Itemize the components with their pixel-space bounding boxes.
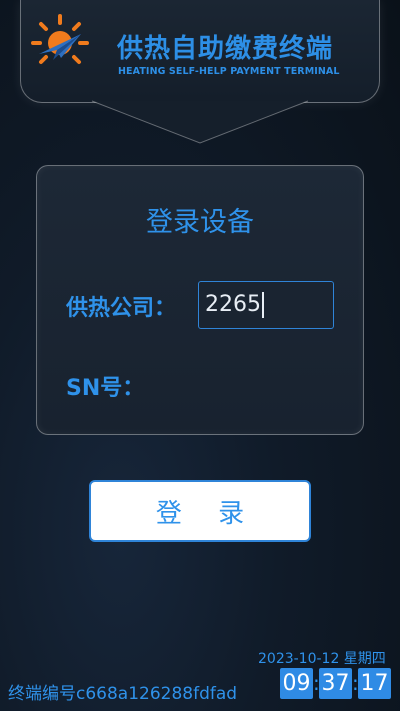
date-display: 2023-10-12 星期四	[258, 651, 386, 667]
header-banner: 供热自助缴费终端 HEATING SELF-HELP PAYMENT TERMI…	[20, 0, 380, 103]
text-caret	[262, 292, 264, 318]
terminal-id: 终端编号c668a126288fdfad	[8, 684, 238, 704]
app-subtitle: HEATING SELF-HELP PAYMENT TERMINAL	[118, 66, 340, 77]
company-input-value: 2265	[205, 292, 261, 317]
app-title: 供热自助缴费终端	[117, 34, 334, 64]
login-button[interactable]: 登 录	[89, 480, 311, 542]
sn-label: SN号：	[66, 376, 145, 401]
company-label: 供热公司：	[66, 296, 177, 321]
clock: 09 : 37 : 17	[280, 668, 391, 699]
login-panel: 登录设备 供热公司： 2265 SN号：	[36, 165, 364, 435]
sun-paper-plane-logo	[31, 14, 89, 64]
clock-hours: 09	[280, 668, 313, 699]
company-input[interactable]: 2265	[198, 281, 334, 329]
panel-title: 登录设备	[146, 207, 254, 238]
clock-minutes: 37	[319, 668, 352, 699]
clock-seconds: 17	[358, 668, 391, 699]
header-pointer-outline	[91, 100, 309, 144]
